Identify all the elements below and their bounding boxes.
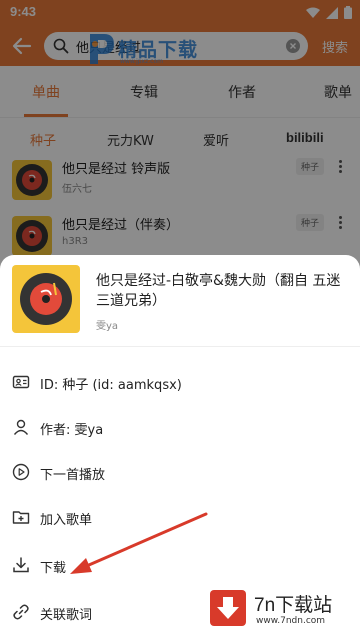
download-arrow-icon [217,597,239,619]
menu-item-author[interactable]: 作者: 雯ya [0,407,360,449]
menu-item-label: 下载 [40,561,67,576]
add-playlist-icon [12,511,30,524]
play-next-icon [12,463,30,481]
menu-item-label: 作者: 雯ya [40,423,104,438]
menu-item-label: ID: 种子 (id: aamkqsx) [40,378,182,393]
sheet-song-artist: 雯ya [96,321,119,332]
annotation-arrow-icon [70,512,208,574]
menu-item-label: 下一首播放 [40,468,106,483]
menu-item-play-next[interactable]: 下一首播放 [0,452,360,494]
watermark-bottom-name: 7n下载站 [254,595,333,616]
sheet-song-title: 他只是经过-白敬亭&魏大勋（翻自 五迷三道兄弟） [96,273,341,309]
watermark-bottom-url: www.7ndn.com [256,616,326,626]
menu-item-id[interactable]: ID: 种子 (id: aamkqsx) [0,362,360,404]
sheet-header: 他只是经过-白敬亭&魏大勋（翻自 五迷三道兄弟） 雯ya [0,255,360,347]
vinyl-icon [20,273,72,325]
menu-item-label: 关联歌词 [40,608,93,623]
link-icon [13,604,29,620]
person-icon [13,419,29,435]
sheet-cover [12,265,80,333]
watermark-bottom: 7n下载站 www.7ndn.com [200,580,360,640]
id-card-icon [12,375,30,389]
watermark-logo [210,590,246,626]
download-icon [13,557,29,573]
